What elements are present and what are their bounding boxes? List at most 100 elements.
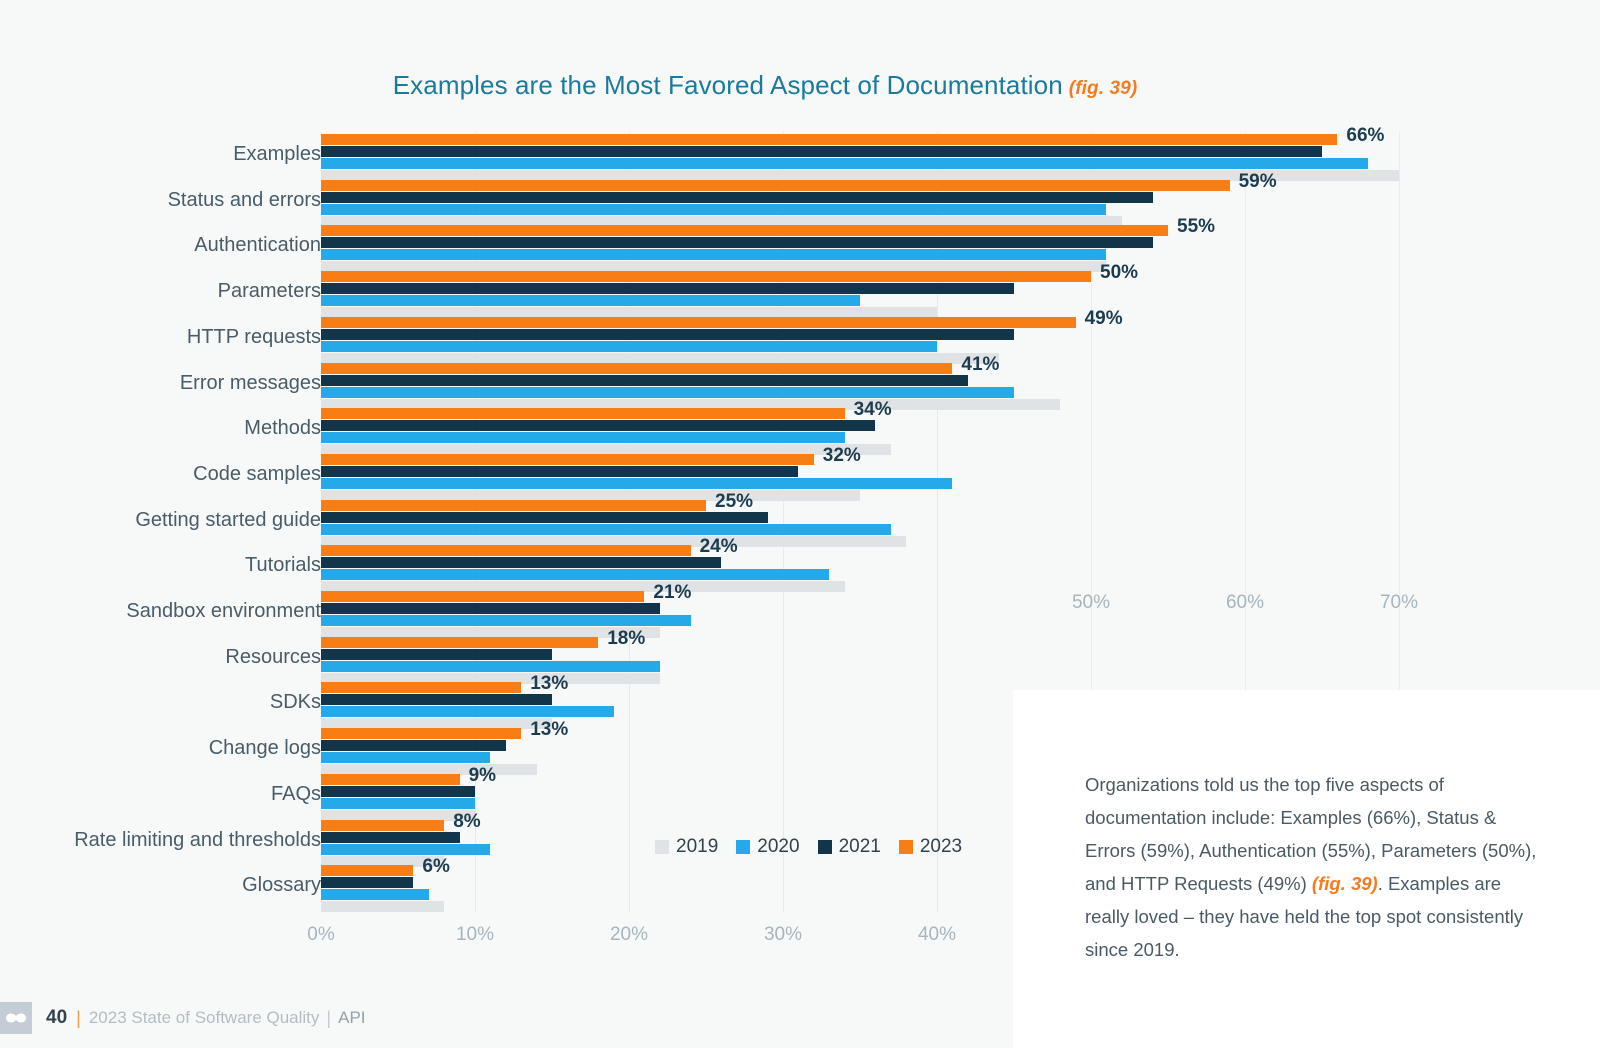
bar-2020 [321,340,937,352]
footer-document-title: 2023 State of Software Quality [88,1008,320,1027]
bar-2020 [321,660,660,672]
legend-label: 2021 [838,836,881,857]
category-label: Resources [225,645,321,668]
commentary-figure-reference: (fig. 39) [1311,873,1378,894]
category-label: Status and errors [167,188,321,211]
value-label: 66% [1346,125,1385,146]
bar-2023 [321,819,445,831]
legend-item-2023[interactable]: 2023 [898,836,963,858]
x-tick-30: 30% [763,924,803,945]
bar-2023 [321,545,691,557]
legend-item-2020[interactable]: 2020 [736,836,800,858]
bar-2021 [321,557,722,569]
value-label: 24% [699,536,738,558]
bar-group [321,773,1000,822]
value-label: 9% [468,764,497,786]
category-label: Error messages [179,371,321,394]
value-label: 49% [1084,307,1123,329]
category-label: Examples [233,143,321,165]
bar-2020 [321,797,475,809]
bar-2021 [321,146,1322,157]
chart-plot-area [321,132,1399,913]
bar-2020 [321,523,891,535]
bar-group [321,134,1399,182]
legend-label: 2023 [919,836,963,857]
bar-2023 [321,499,706,511]
bar-2023 [321,636,599,648]
bar-2019 [321,901,445,913]
value-label: 59% [1238,170,1277,192]
bar-2021 [321,420,876,432]
category-label: Parameters [217,280,321,303]
bar-2020 [321,843,491,855]
category-label: SDKs [269,691,321,714]
legend-label: 2020 [757,836,800,857]
footer-separator-1: | [76,1007,81,1028]
bar-2020 [321,203,1107,215]
bar-group [321,453,1000,502]
bar-2021 [321,831,460,843]
title-figure-reference: (fig. 39) [1068,78,1138,99]
bar-group [321,362,1061,411]
bar-2023 [321,316,1076,328]
value-label: 25% [715,490,754,512]
bar-2023 [321,362,953,374]
bar-2020 [321,432,845,444]
bar-2020 [321,569,830,581]
bar-group [321,408,1000,456]
bar-group [321,225,1168,273]
stoplight-logo-icon [0,1002,32,1034]
bar-2021 [321,877,414,889]
category-label: Rate limiting and thresholds [74,828,321,851]
value-label: 13% [530,719,569,741]
bar-group [321,179,1230,228]
category-label: Change logs [208,737,321,760]
footer-section: API [338,1008,366,1027]
x-tick-20: 20% [609,924,649,945]
category-label: Authentication [194,234,321,257]
value-label: 6% [422,856,450,878]
bar-2023 [321,225,1168,237]
value-label: 18% [607,627,646,649]
bar-group [321,682,1000,730]
bar-2023 [321,453,814,465]
bar-group [321,728,1000,776]
bar-2023 [321,773,460,785]
category-label: FAQs [270,782,321,805]
x-tick-60: 60% [1225,592,1265,613]
x-tick-10: 10% [455,924,495,945]
bar-2021 [321,328,1014,340]
value-label: 13% [530,673,569,695]
bar-2021 [321,740,506,752]
bar-2021 [321,785,475,797]
bar-group [321,636,1000,685]
x-tick-70: 70% [1379,592,1419,613]
commentary-panel: Organizations told us the top five aspec… [1013,690,1600,1048]
bar-2020 [321,249,1107,261]
legend-swatch-icon [898,840,913,854]
footer-separator-2: | [326,1007,332,1028]
x-tick-0: 0% [307,924,335,945]
bar-group [321,316,1076,365]
category-label: Glossary [242,874,321,897]
category-label: Tutorials [245,554,321,577]
page-footer: 40 | 2023 State of Software Quality | AP… [0,990,1013,1048]
bar-2021 [321,511,768,523]
bar-2020 [321,477,953,489]
chart-title-text: Examples are the Most Favored Aspect of … [392,70,1063,100]
bar-2021 [321,694,552,706]
legend-item-2021[interactable]: 2021 [817,836,881,858]
bar-2020 [321,752,491,764]
bar-2021 [321,191,1153,203]
bar-2020 [321,158,1369,169]
category-label: HTTP requests [186,325,321,348]
bar-2021 [321,465,799,477]
legend-item-2019[interactable]: 2019 [655,836,718,858]
legend-label: 2019 [676,836,719,857]
page-title: Examples are the Most Favored Aspect of … [0,70,1530,101]
value-label: 32% [822,444,861,466]
bar-2023 [321,408,845,420]
value-label: 8% [453,810,481,832]
value-label: 34% [853,399,892,421]
bar-2023 [321,134,1338,145]
